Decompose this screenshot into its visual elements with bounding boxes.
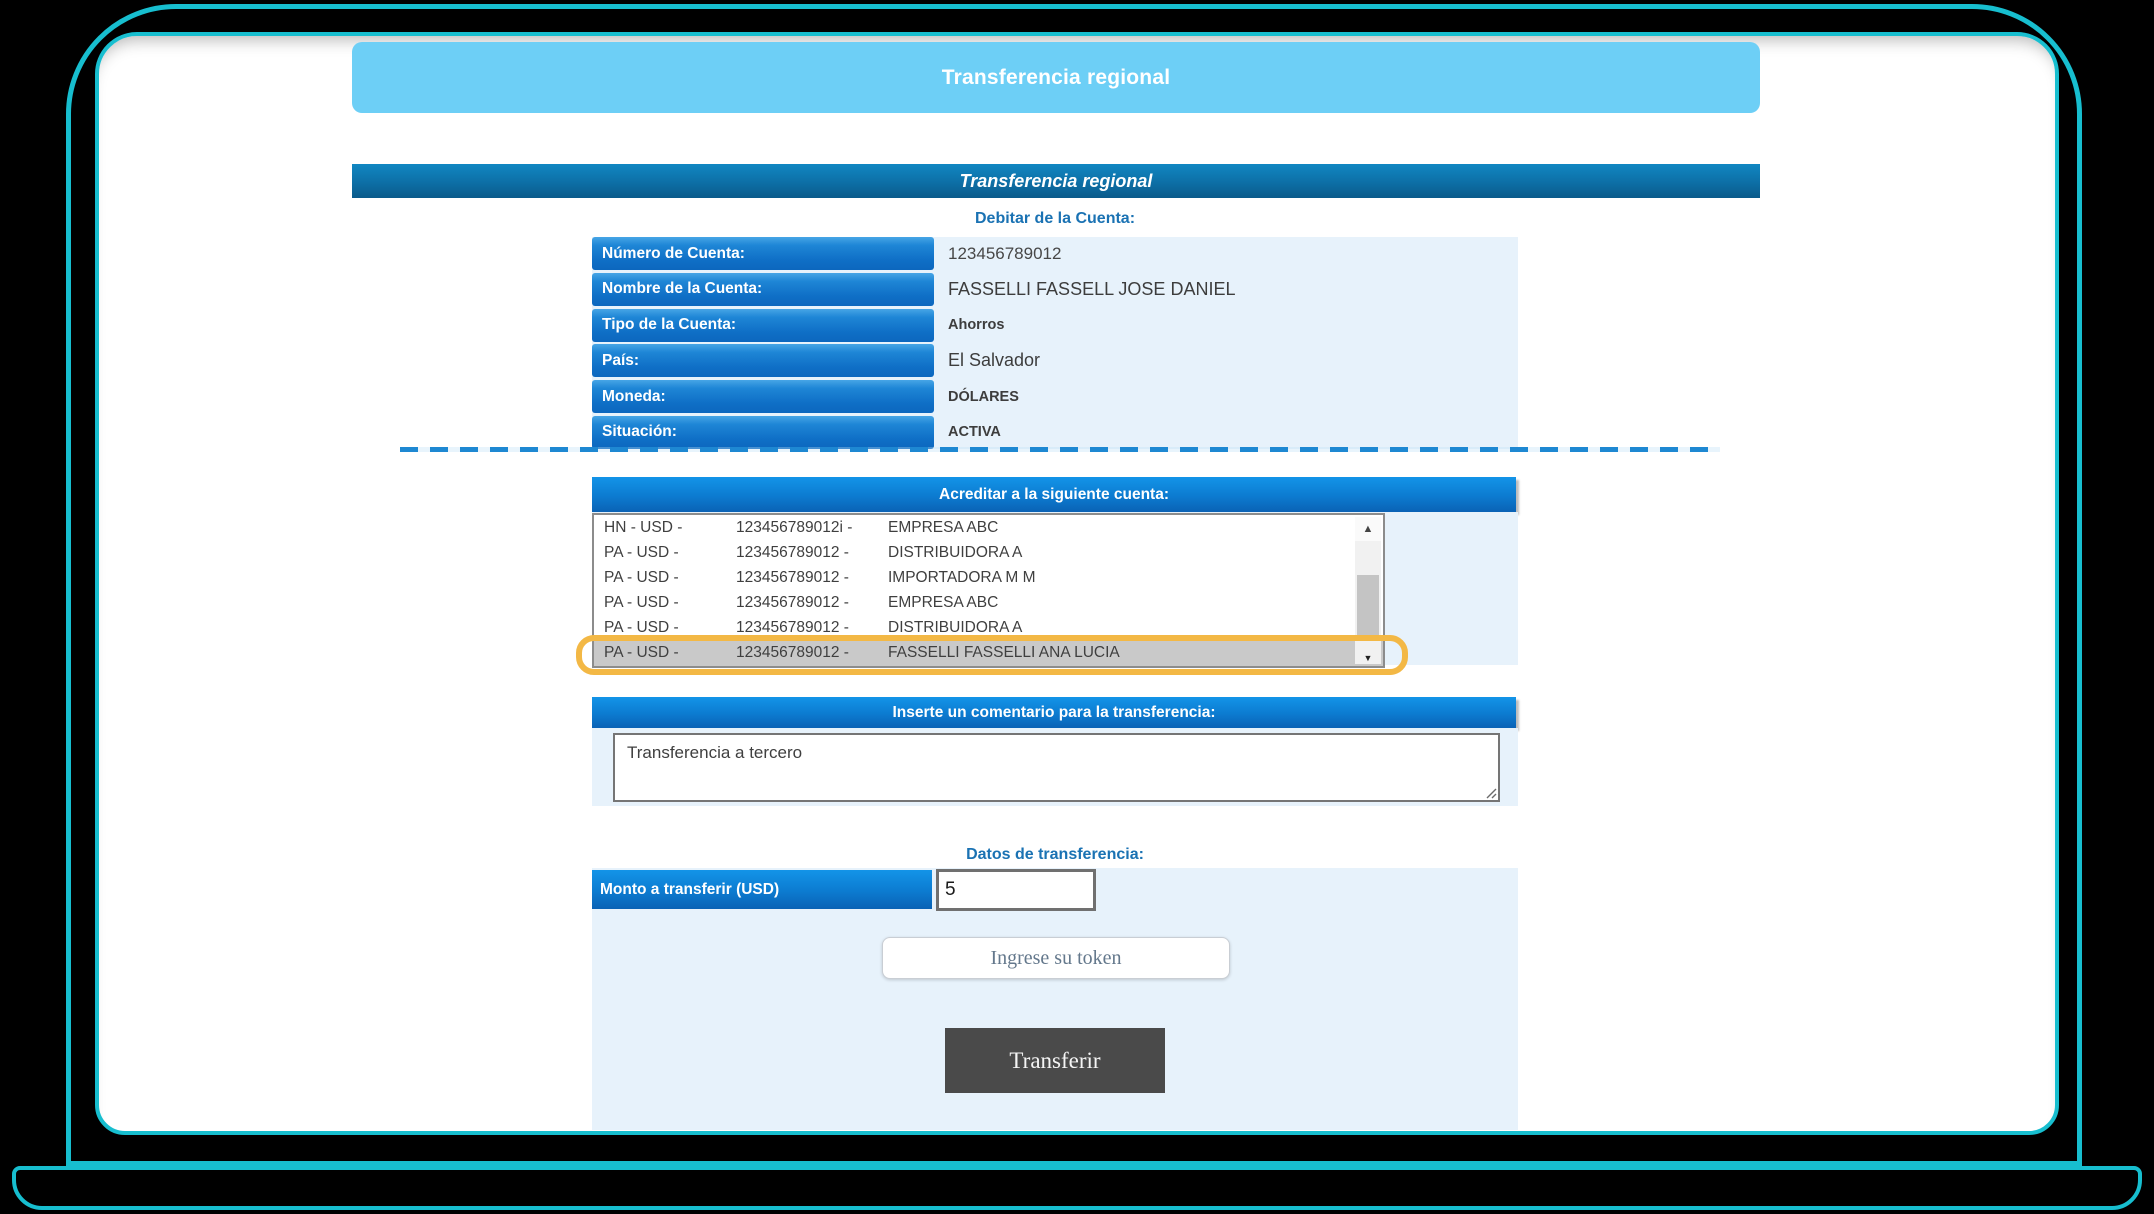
option-account-name: EMPRESA ABC (888, 519, 998, 537)
option-country-currency: PA - USD - (604, 594, 736, 612)
table-row: Moneda: DÓLARES (592, 380, 1518, 413)
transfer-page: Transferencia regional Transferencia reg… (0, 0, 2154, 1214)
option-account-number: 123456789012 - (736, 644, 888, 662)
scroll-down-icon[interactable]: ▼ (1355, 648, 1381, 668)
token-input[interactable] (882, 937, 1230, 979)
beneficiary-option-selected[interactable]: PA - USD - 123456789012 - FASSELLI FASSE… (594, 640, 1383, 665)
transfer-button[interactable]: Transferir (945, 1028, 1165, 1093)
table-row: Nombre de la Cuenta: FASSELLI FASSELL JO… (592, 273, 1518, 306)
beneficiary-option[interactable]: PA - USD - 123456789012 - EMPRESA ABC (594, 590, 1383, 615)
option-account-name: FASSELLI FASSELLI ANA LUCIA (888, 644, 1120, 662)
option-account-number: 123456789012 - (736, 594, 888, 612)
page-title: Transferencia regional (942, 66, 1171, 90)
row-label: Tipo de la Cuenta: (592, 309, 934, 342)
row-label: Situación: (592, 416, 934, 449)
debit-account-table: Número de Cuenta: 123456789012 Nombre de… (592, 237, 1518, 449)
row-value: FASSELLI FASSELL JOSE DANIEL (934, 273, 1518, 306)
option-account-name: EMPRESA ABC (888, 594, 998, 612)
row-value: Ahorros (934, 309, 1518, 342)
debit-section-title: Debitar de la Cuenta: (592, 210, 1518, 228)
section-title: Transferencia regional (960, 171, 1153, 192)
beneficiary-option[interactable]: HN - USD - 123456789012i - EMPRESA ABC (594, 515, 1383, 540)
comment-textarea[interactable]: Transferencia a tercero (613, 733, 1500, 802)
table-row: Situación: ACTIVA (592, 416, 1518, 449)
table-row: Tipo de la Cuenta: Ahorros (592, 309, 1518, 342)
row-value: DÓLARES (934, 380, 1518, 413)
option-country-currency: PA - USD - (604, 644, 736, 662)
option-account-number: 123456789012i - (736, 519, 888, 537)
option-country-currency: PA - USD - (604, 544, 736, 562)
row-label: Nombre de la Cuenta: (592, 273, 934, 306)
listbox-scrollbar[interactable]: ▲ ▼ (1355, 517, 1381, 664)
beneficiary-option[interactable]: PA - USD - 123456789012 - DISTRIBUIDORA … (594, 540, 1383, 565)
resize-grip-icon (1483, 785, 1497, 799)
row-label: Moneda: (592, 380, 934, 413)
option-account-name: IMPORTADORA M M (888, 569, 1036, 587)
option-account-name: DISTRIBUIDORA A (888, 619, 1022, 637)
table-row: Número de Cuenta: 123456789012 (592, 237, 1518, 270)
beneficiary-listbox[interactable]: HN - USD - 123456789012i - EMPRESA ABC P… (592, 513, 1385, 668)
option-country-currency: PA - USD - (604, 619, 736, 637)
transfer-section-title: Datos de transferencia: (592, 846, 1518, 864)
row-label: Número de Cuenta: (592, 237, 934, 270)
option-country-currency: PA - USD - (604, 569, 736, 587)
page-title-banner: Transferencia regional (352, 42, 1760, 113)
row-value: El Salvador (934, 344, 1518, 377)
beneficiary-option[interactable]: PA - USD - 123456789012 - IMPORTADORA M … (594, 565, 1383, 590)
option-account-number: 123456789012 - (736, 619, 888, 637)
dashed-divider (400, 447, 1720, 452)
scroll-up-icon[interactable]: ▲ (1355, 517, 1381, 541)
section-title-bar: Transferencia regional (352, 164, 1760, 198)
option-account-number: 123456789012 - (736, 544, 888, 562)
amount-label: Monto a transferir (USD) (592, 870, 932, 909)
scrollbar-thumb[interactable] (1357, 575, 1379, 635)
comment-section-header: Inserte un comentario para la transferen… (592, 697, 1516, 728)
option-account-number: 123456789012 - (736, 569, 888, 587)
option-country-currency: HN - USD - (604, 519, 736, 537)
accredit-section-header: Acreditar a la siguiente cuenta: (592, 477, 1516, 512)
row-value: ACTIVA (934, 416, 1518, 449)
amount-input[interactable] (936, 869, 1096, 911)
option-account-name: DISTRIBUIDORA A (888, 544, 1022, 562)
row-label: País: (592, 344, 934, 377)
beneficiary-option[interactable]: PA - USD - 123456789012 - DISTRIBUIDORA … (594, 615, 1383, 640)
table-row: País: El Salvador (592, 344, 1518, 377)
row-value: 123456789012 (934, 237, 1518, 270)
